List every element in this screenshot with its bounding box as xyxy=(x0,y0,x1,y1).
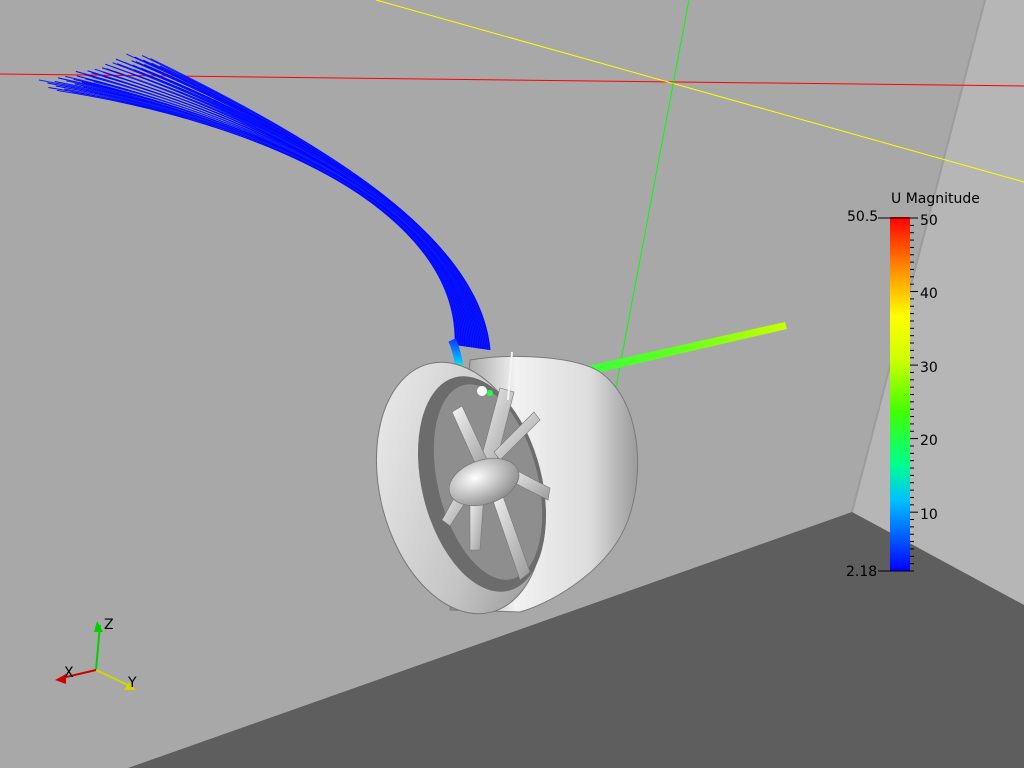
render-viewport[interactable]: U Magnitude 50.5 2.18 50 40 30 20 10 Z X… xyxy=(0,0,1024,768)
colorbar-min-label: 2.18 xyxy=(846,564,878,580)
orientation-x-label: X xyxy=(64,665,74,681)
colorbar-max-label: 50.5 xyxy=(847,209,879,225)
3d-scene[interactable] xyxy=(0,0,1024,768)
orientation-y-label: Y xyxy=(128,675,137,691)
colorbar-tick-label: 20 xyxy=(920,433,938,449)
colorbar-tick-label: 30 xyxy=(920,360,938,376)
colorbar-tick-label: 50 xyxy=(920,213,938,229)
colorbar-tick-label: 10 xyxy=(920,507,938,523)
colorbar-gradient xyxy=(890,217,910,571)
colorbar-title: U Magnitude xyxy=(891,191,980,207)
seed-marker xyxy=(487,390,493,396)
colorbar-tick-label: 40 xyxy=(920,286,938,302)
orientation-z-label: Z xyxy=(104,617,114,633)
seed-point xyxy=(477,386,487,396)
